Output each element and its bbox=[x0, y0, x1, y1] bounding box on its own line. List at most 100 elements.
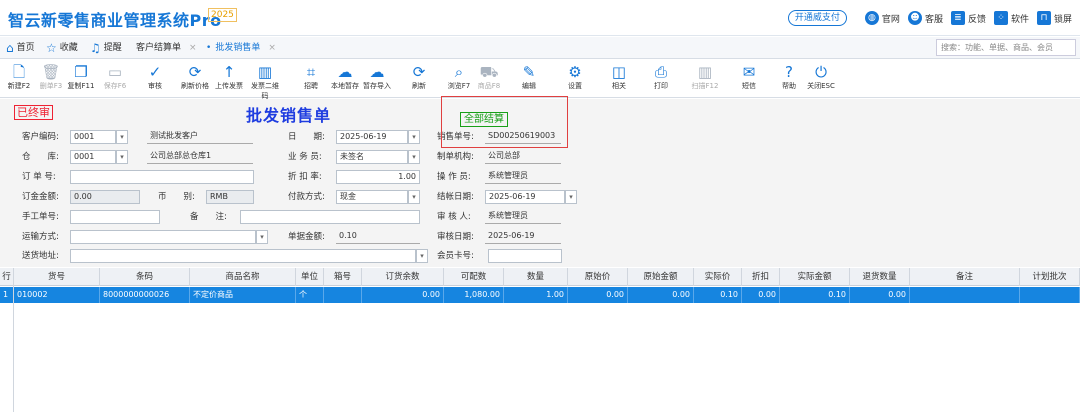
column-header[interactable]: 原始价 bbox=[568, 268, 628, 286]
chevron-down-icon[interactable]: ▾ bbox=[256, 230, 268, 244]
table-cell[interactable]: 0.00 bbox=[568, 287, 628, 303]
toolbar-button-4[interactable]: ✓ 审核 bbox=[140, 63, 170, 91]
column-header[interactable]: 条码 bbox=[100, 268, 190, 286]
table-row[interactable]: 1 010002 8000000000026 不定价商品个 0.00 1,080.00 1.… bbox=[0, 287, 1080, 303]
table-cell[interactable]: 0.00 bbox=[362, 287, 444, 303]
chevron-down-icon[interactable]: ▾ bbox=[116, 130, 128, 144]
tab-reminder[interactable]: ♫ 提醒 bbox=[90, 41, 122, 55]
column-header[interactable]: 折扣 bbox=[742, 268, 780, 286]
column-header[interactable]: 订货余数 bbox=[362, 268, 444, 286]
toolbar-button-21[interactable]: ⏻ 关闭ESC bbox=[806, 63, 836, 91]
settle-date-field[interactable]: 2025-06-19 bbox=[485, 190, 565, 204]
website-link[interactable]: ◍ 官网 bbox=[864, 11, 900, 25]
tab-customer-settlement[interactable]: 客户结算单 × bbox=[136, 41, 197, 55]
table-cell[interactable]: 1,080.00 bbox=[444, 287, 504, 303]
pay-method-field[interactable]: 现金 bbox=[336, 190, 408, 204]
toolbar-button-label: 保存F6 bbox=[103, 82, 127, 90]
discount-label: 折 扣 率: bbox=[288, 172, 322, 182]
table-cell[interactable]: 个 bbox=[296, 287, 324, 303]
toolbar-button-17[interactable]: ⎙ 打印 bbox=[646, 63, 676, 91]
column-header[interactable]: 实际价 bbox=[694, 268, 742, 286]
table-cell[interactable]: 0.10 bbox=[780, 287, 850, 303]
toolbar-button-19[interactable]: ✉ 短信 bbox=[734, 63, 764, 91]
close-icon[interactable]: × bbox=[268, 41, 276, 55]
column-header[interactable]: 箱号 bbox=[324, 268, 362, 286]
chevron-down-icon[interactable]: ▾ bbox=[416, 249, 428, 263]
table-cell[interactable]: 不定价商品 bbox=[190, 287, 296, 303]
column-header[interactable]: 数量 bbox=[504, 268, 568, 286]
toolbar-button-18[interactable]: ▥ 扫描F12 bbox=[690, 63, 720, 91]
toolbar-button-16[interactable]: ◫ 相关 bbox=[604, 63, 634, 91]
column-header[interactable]: 可配数 bbox=[444, 268, 504, 286]
active-dot-icon: • bbox=[206, 43, 212, 53]
close-icon[interactable]: × bbox=[189, 41, 197, 55]
table-cell[interactable] bbox=[1020, 287, 1080, 303]
toolbar-button-2[interactable]: ❐ 复制F11 bbox=[66, 63, 96, 91]
chevron-down-icon[interactable]: ▾ bbox=[116, 150, 128, 164]
order-no-field[interactable] bbox=[70, 170, 254, 184]
discount-field[interactable]: 1.00 bbox=[336, 170, 420, 184]
warehouse-code-field[interactable]: 0001 bbox=[70, 150, 116, 164]
shipping-field[interactable] bbox=[70, 230, 256, 244]
service-link[interactable]: ☻ 客服 bbox=[907, 11, 943, 25]
toolbar-button-label: 暂存导入 bbox=[363, 82, 391, 90]
chevron-down-icon[interactable]: ▾ bbox=[565, 190, 577, 204]
promo-button[interactable]: 开通威支付 bbox=[787, 10, 847, 26]
toolbar-button-15[interactable]: ⚙ 设置 bbox=[560, 63, 590, 91]
toolbar-button-12[interactable]: ⌕ 浏览F7 bbox=[444, 63, 474, 91]
toolbar-button-9[interactable]: ☁ 本地暂存 bbox=[330, 63, 360, 91]
table-cell[interactable]: 8000000000026 bbox=[100, 287, 190, 303]
tab-favorites[interactable]: ☆ 收藏 bbox=[46, 41, 78, 55]
toolbar-button-5[interactable]: ⟳ 刷新价格 bbox=[180, 63, 210, 91]
warehouse-name-field: 公司总部总仓库1 bbox=[147, 150, 253, 164]
manual-no-field[interactable] bbox=[70, 210, 160, 224]
column-header[interactable]: 原始金额 bbox=[628, 268, 694, 286]
customer-code-field[interactable]: 0001 bbox=[70, 130, 116, 144]
toolbar-button-14[interactable]: ✎ 编辑 bbox=[514, 63, 544, 91]
table-cell[interactable] bbox=[324, 287, 362, 303]
lock-link[interactable]: ⊓ 锁屏 bbox=[1036, 11, 1072, 25]
chevron-down-icon[interactable]: ▾ bbox=[408, 150, 420, 164]
toolbar-button-10[interactable]: ☁ 暂存导入 bbox=[362, 63, 392, 91]
feedback-link[interactable]: ≣ 反馈 bbox=[950, 11, 986, 25]
table-cell[interactable]: 0.00 bbox=[742, 287, 780, 303]
column-header[interactable]: 备注 bbox=[910, 268, 1020, 286]
star-icon: ☆ bbox=[46, 41, 57, 55]
address-label: 送货地址: bbox=[22, 251, 59, 261]
folder-icon: ▭ bbox=[107, 63, 123, 81]
salesman-field[interactable]: 未签名 bbox=[336, 150, 408, 164]
toolbar-button-6[interactable]: ↑ 上传发票 bbox=[214, 63, 244, 91]
tab-wholesale-sale[interactable]: • 批发销售单 × bbox=[206, 41, 276, 55]
member-card-field[interactable] bbox=[488, 249, 562, 263]
column-header[interactable]: 退货数量 bbox=[850, 268, 910, 286]
chevron-down-icon[interactable]: ▾ bbox=[408, 190, 420, 204]
toolbar-button-1[interactable]: 🗑 删单F3 bbox=[36, 63, 66, 91]
search-input[interactable]: 搜索：功能、单据、商品、会员 bbox=[936, 39, 1076, 56]
toolbar-button-0[interactable]: 🗋 新建F2 bbox=[4, 63, 34, 91]
tab-home[interactable]: ⌂ 首页 bbox=[6, 41, 35, 55]
toolbar-button-8[interactable]: ⌗ 招聘 bbox=[296, 63, 326, 91]
column-header[interactable]: 单位 bbox=[296, 268, 324, 286]
table-cell[interactable]: 010002 bbox=[14, 287, 100, 303]
toolbar-button-3[interactable]: ▭ 保存F6 bbox=[100, 63, 130, 91]
table-cell[interactable]: 0.10 bbox=[694, 287, 742, 303]
table-cell[interactable] bbox=[910, 287, 1020, 303]
bell-icon: ♫ bbox=[90, 41, 101, 55]
software-link[interactable]: ⁘ 软件 bbox=[993, 11, 1029, 25]
column-header[interactable]: 计划批次 bbox=[1020, 268, 1080, 286]
address-field[interactable] bbox=[70, 249, 416, 263]
table-cell[interactable]: 0.00 bbox=[628, 287, 694, 303]
toolbar-button-13[interactable]: ⛟ 商品F8 bbox=[474, 63, 504, 91]
table-cell[interactable]: 0.00 bbox=[850, 287, 910, 303]
toolbar-button-label: 关闭ESC bbox=[807, 82, 835, 90]
remark-field[interactable] bbox=[240, 210, 420, 224]
column-header[interactable]: 商品名称 bbox=[190, 268, 296, 286]
toolbar-button-7[interactable]: ▥ 发票二维码 bbox=[250, 63, 280, 101]
toolbar-button-20[interactable]: ? 帮助 bbox=[774, 63, 804, 91]
column-header[interactable]: 实际金额 bbox=[780, 268, 850, 286]
table-cell[interactable]: 1.00 bbox=[504, 287, 568, 303]
date-field[interactable]: 2025-06-19 bbox=[336, 130, 408, 144]
column-header[interactable]: 货号 bbox=[14, 268, 100, 286]
toolbar-button-11[interactable]: ⟳ 刷新 bbox=[404, 63, 434, 91]
chevron-down-icon[interactable]: ▾ bbox=[408, 130, 420, 144]
